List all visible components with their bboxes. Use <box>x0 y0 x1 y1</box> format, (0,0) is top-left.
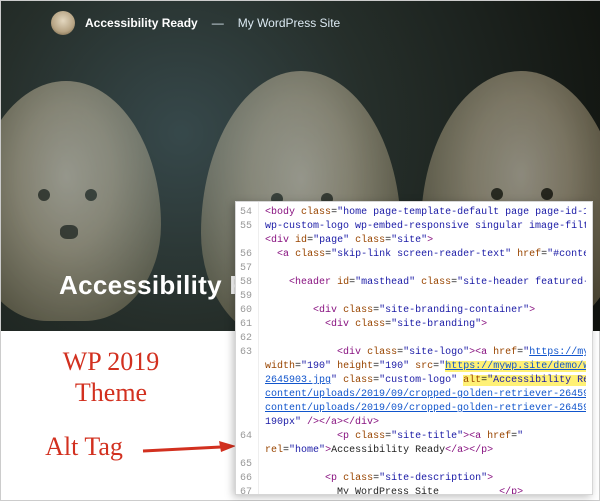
site-logo-icon[interactable] <box>51 11 75 35</box>
line-number-gutter: 545556575859606162636465666768697071 <box>236 202 259 494</box>
annotation-alt-label: Alt Tag <box>29 431 139 462</box>
devtools-source-panel[interactable]: 545556575859606162636465666768697071 <bo… <box>235 201 593 495</box>
annotation-theme-label: WP 2019 Theme <box>26 346 196 408</box>
site-header-bar: Accessibility Ready — My WordPress Site <box>51 11 340 35</box>
site-title[interactable]: Accessibility Ready <box>85 16 198 30</box>
site-tagline: My WordPress Site <box>238 16 340 30</box>
annotation-arrow-icon <box>141 441 236 461</box>
source-code[interactable]: <body class="home page-template-default … <box>259 202 592 494</box>
